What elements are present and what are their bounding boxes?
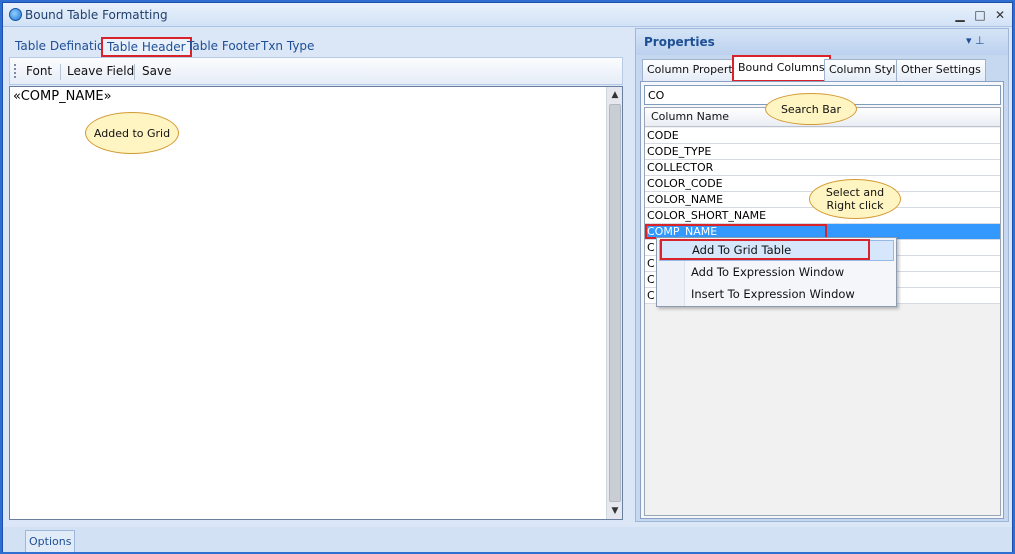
properties-title: Properties (644, 35, 715, 49)
properties-tab-strip: Column Property Bound Columns Column Sty… (640, 55, 1006, 82)
left-pane: Table Defination Table Header Table Foot… (9, 33, 628, 523)
app-icon (9, 8, 22, 21)
grid-row-code[interactable]: CODE (645, 128, 1000, 144)
search-bar-callout: Search Bar (765, 93, 857, 125)
title-bar[interactable]: Bound Table Formatting ▁ □ ✕ (3, 3, 1012, 27)
left-tab-strip: Table Defination Table Header Table Foot… (9, 33, 628, 57)
toolbar-grip-icon[interactable] (14, 64, 16, 78)
toolbar-separator (134, 64, 135, 80)
scroll-thumb[interactable] (609, 104, 621, 502)
status-bar: Options (3, 527, 1012, 552)
editor-content[interactable]: «COMP_NAME» (13, 89, 112, 104)
scroll-up-icon[interactable]: ▲ (607, 87, 623, 103)
window-title: Bound Table Formatting (25, 8, 168, 22)
select-right-click-callout: Select and Right click (809, 179, 901, 219)
properties-header: Properties ▾ ⊥ (636, 29, 1008, 55)
menu-highlight-box (660, 239, 870, 260)
tab-bound-columns[interactable]: Bound Columns (732, 55, 831, 82)
minimize-button[interactable]: ▁ (952, 7, 968, 23)
maximize-button[interactable]: □ (972, 7, 988, 23)
grid-row-collector[interactable]: COLLECTOR (645, 160, 1000, 176)
menu-add-to-expression-window[interactable]: Add To Expression Window (659, 262, 894, 283)
tab-column-style[interactable]: Column Style (824, 59, 908, 81)
panel-pin-icon[interactable]: ▾ ⊥ (966, 34, 985, 47)
toolbar-separator (60, 64, 61, 80)
scroll-down-icon[interactable]: ▼ (607, 503, 623, 519)
context-menu: Add To Grid Table Add To Expression Wind… (656, 237, 897, 307)
tab-table-header[interactable]: Table Header (101, 37, 192, 57)
editor-toolbar: Font Leave Field Save (9, 57, 623, 85)
editor-scrollbar[interactable]: ▲ ▼ (606, 87, 622, 519)
main-window: Bound Table Formatting ▁ □ ✕ Table Defin… (2, 2, 1013, 552)
close-button[interactable]: ✕ (992, 7, 1008, 23)
added-to-grid-callout: Added to Grid (85, 112, 179, 154)
grid-row-code-type[interactable]: CODE_TYPE (645, 144, 1000, 160)
menu-add-to-grid-table[interactable]: Add To Grid Table (659, 239, 894, 261)
column-grid[interactable]: Column Name CODE CODE_TYPE COLLECTOR COL… (644, 107, 1001, 516)
save-button[interactable]: Save (142, 64, 171, 78)
header-editor[interactable]: «COMP_NAME» ▲ ▼ (9, 86, 623, 520)
tab-table-footer[interactable]: Table Footer (183, 37, 264, 57)
font-button[interactable]: Font (26, 64, 52, 78)
tab-column-property[interactable]: Column Property (642, 59, 745, 81)
tab-txn-type[interactable]: Txn Type (257, 37, 318, 57)
tab-other-settings[interactable]: Other Settings (896, 59, 986, 81)
menu-insert-to-expression-window[interactable]: Insert To Expression Window (659, 284, 894, 305)
leave-field-button[interactable]: Leave Field (67, 64, 134, 78)
options-tab[interactable]: Options (25, 530, 76, 552)
